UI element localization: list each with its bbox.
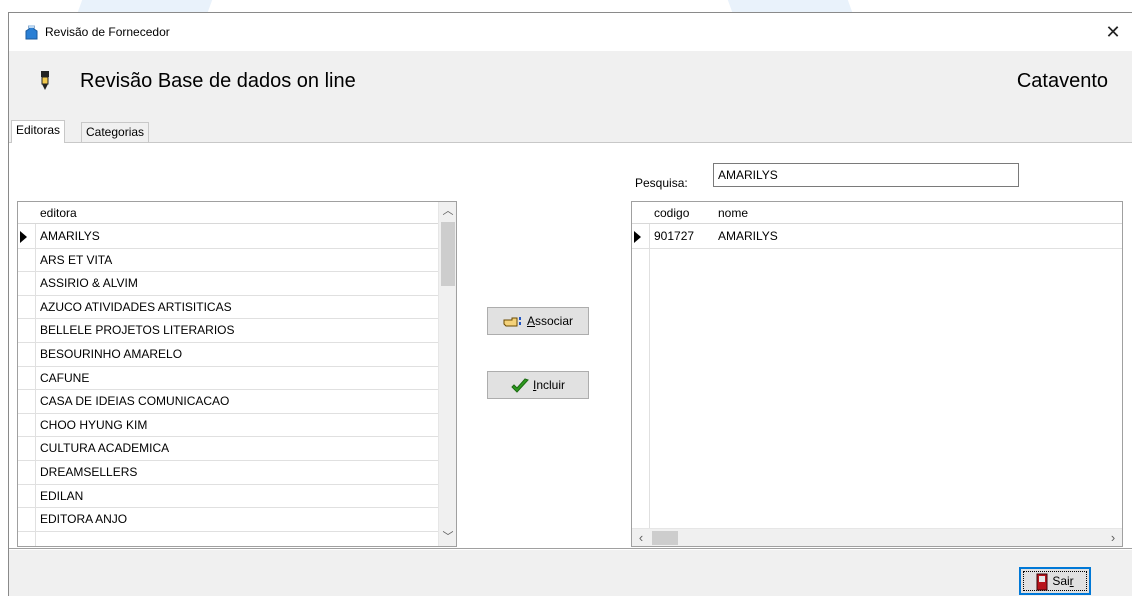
table-row[interactable]: 901727 AMARILYS (632, 225, 1122, 249)
footer-divider (9, 548, 1132, 550)
table-row[interactable]: BELLELE PROJETOS LITERARIOS (18, 319, 438, 343)
horizontal-scrollbar[interactable]: ‹ › (632, 528, 1122, 546)
column-header-codigo[interactable]: codigo (654, 206, 689, 220)
scroll-down-icon[interactable]: ﹀ (439, 528, 457, 546)
row-selected-indicator-icon (20, 231, 27, 243)
cell-editora: AZUCO ATIVIDADES ARTISITICAS (40, 299, 232, 314)
table-row[interactable]: CULTURA ACADEMICA (18, 437, 438, 461)
close-icon: ✕ (1105, 22, 1121, 42)
cell-editora: ASSIRIO & ALVIM (40, 276, 138, 291)
cell-editora: DREAMSELLERS (40, 465, 138, 479)
incluir-button[interactable]: Incluir (487, 371, 589, 399)
cell-codigo: 901727 (654, 229, 695, 243)
checkmark-icon (511, 378, 529, 393)
table-row[interactable]: ARS ET VITA (18, 249, 438, 273)
cell-editora: CULTURA ACADEMICA (40, 441, 170, 456)
search-label: Pesquisa: (635, 176, 688, 190)
table-row[interactable]: CAFUNE (18, 367, 438, 391)
cell-editora: CASA DE IDEIAS COMUNICACAO (40, 394, 230, 409)
cell-editora: ARS ET VITA (40, 252, 113, 267)
cell-editora: EDITORA ANJO (40, 512, 128, 527)
associar-label: ssociar (535, 314, 574, 328)
sair-label: Sai (1052, 574, 1070, 588)
vertical-scrollbar[interactable]: ︿ ﹀ (438, 202, 456, 546)
exit-door-icon (1036, 573, 1048, 591)
associar-accel: A (526, 314, 535, 328)
cell-editora: BESOURINHO AMARELO (40, 347, 183, 361)
grid-header: editora (18, 202, 438, 224)
title-bar: Revisão de Fornecedor ✕ (9, 13, 1132, 51)
close-button[interactable]: ✕ (1093, 13, 1132, 51)
table-row[interactable]: ASSIRIO & ALVIM (18, 272, 438, 296)
search-input[interactable] (713, 163, 1019, 187)
editoras-grid[interactable]: editora AMARILYS ARS ET VITA ASSIRIO & ALV… (17, 201, 457, 547)
row-selected-indicator-icon (634, 231, 641, 243)
grid-header: codigo nome (632, 202, 1122, 224)
table-row[interactable]: DREAMSELLERS (18, 461, 438, 485)
table-row[interactable]: EDILAN (18, 485, 438, 509)
cell-editora: AMARILYS (40, 229, 100, 243)
associar-button[interactable]: Associar (487, 307, 589, 335)
cell-editora: CAFUNE (40, 370, 90, 385)
hand-pointing-icon (503, 316, 521, 327)
window-title: Revisão de Fornecedor (45, 25, 170, 39)
cell-editora: CHOO HYUNG KIM (40, 417, 148, 432)
column-header-nome[interactable]: nome (718, 206, 748, 220)
table-row[interactable]: BESOURINHO AMARELO (18, 343, 438, 367)
incluir-label: ncluir (536, 378, 566, 392)
sair-accel: r (1069, 574, 1074, 588)
scroll-thumb[interactable] (441, 222, 455, 286)
results-grid[interactable]: codigo nome 901727 AMARILYS ‹ › (631, 201, 1123, 547)
pen-icon (41, 71, 49, 90)
scroll-thumb[interactable] (652, 531, 678, 545)
table-row[interactable]: CHOO HYUNG KIM (18, 414, 438, 438)
scroll-right-icon[interactable]: › (1104, 529, 1122, 547)
scroll-left-icon[interactable]: ‹ (632, 529, 650, 547)
cell-editora: EDILAN (40, 488, 84, 503)
table-row[interactable]: CASA DE IDEIAS COMUNICACAO (18, 390, 438, 414)
tab-panel-editoras: editora AMARILYS ARS ET VITA ASSIRIO & ALV… (9, 142, 1132, 548)
column-header-editora[interactable]: editora (40, 206, 77, 220)
table-row[interactable]: AMARILYS (18, 225, 438, 249)
row-gutter (632, 202, 650, 528)
tab-editoras[interactable]: Editoras (11, 120, 66, 143)
app-icon (25, 25, 38, 40)
brand-label: Catavento (1016, 70, 1108, 92)
page-title: Revisão Base de dados on line (80, 70, 356, 92)
table-row[interactable]: AZUCO ATIVIDADES ARTISITICAS (18, 296, 438, 320)
sair-button[interactable]: Sair (1019, 567, 1091, 595)
cell-nome: AMARILYS (718, 229, 778, 243)
dialog-window: Revisão de Fornecedor ✕ Revisão Base de … (8, 12, 1132, 596)
table-row[interactable]: EDITORA ANJO (18, 508, 438, 532)
scroll-up-icon[interactable]: ︿ (439, 202, 457, 220)
cell-editora: BELLELE PROJETOS LITERARIOS (40, 323, 235, 338)
tab-categorias[interactable]: Categorias (81, 122, 150, 142)
